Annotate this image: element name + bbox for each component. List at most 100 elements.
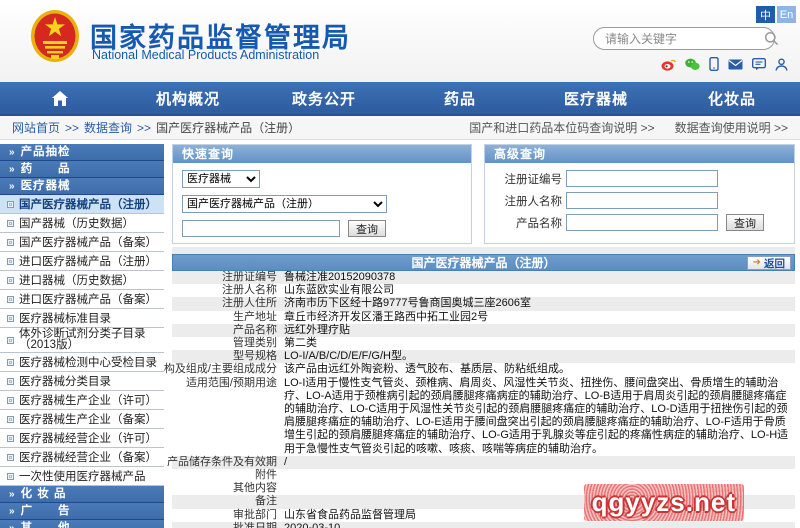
breadcrumb-help-link[interactable]: 国产和进口药品本位码查询说明 >> xyxy=(469,119,654,136)
row-label-text: 管理类别 xyxy=(233,337,277,350)
square-bullet-icon xyxy=(7,277,14,284)
nav-item-化妆品[interactable]: 化妆品 xyxy=(664,82,800,114)
sidebar-item-label: 进口医疗器械产品（注册） xyxy=(19,253,157,269)
square-bullet-icon xyxy=(7,378,14,385)
table-row: 适用范围/预期用途LO-I适用于慢性支气管炎、颈椎病、肩周炎、风湿性关节炎、扭挫… xyxy=(172,377,795,456)
advanced-field-input-1[interactable] xyxy=(566,192,718,209)
sidebar-section-化妆品[interactable]: »化 妆 品 xyxy=(0,486,164,503)
chevron-right-icon: » xyxy=(9,506,16,517)
sidebar-item[interactable]: 国产器械（历史数据） xyxy=(0,214,164,233)
detail-title: 国产医疗器械产品（注册） xyxy=(411,254,555,271)
advanced-search-query-button[interactable]: 查询 xyxy=(726,214,764,231)
breadcrumb-separator: >> xyxy=(65,121,79,135)
row-label-text: 备注 xyxy=(255,495,277,508)
breadcrumb-separator: >> xyxy=(137,121,151,135)
sidebar-section-药品[interactable]: »药 品 xyxy=(0,161,164,178)
sidebar-item-label: 医疗器械生产企业（备案） xyxy=(19,411,157,427)
sidebar-item[interactable]: 医疗器械经营企业（许可） xyxy=(0,429,164,448)
advanced-search-panel: 高级查询 注册证编号注册人名称产品名称查询 xyxy=(484,144,795,244)
row-label-text: 其他内容 xyxy=(233,482,277,495)
sidebar-section-医疗器械[interactable]: »医疗器械 xyxy=(0,178,164,195)
breadcrumb-right-links: 国产和进口药品本位码查询说明 >> 数据查询使用说明 >> xyxy=(469,119,788,136)
wechat-icon[interactable] xyxy=(685,58,700,71)
sidebar-item-label: 体外诊断试剂分类子目录（2013版） xyxy=(19,329,162,351)
sidebar-item[interactable]: 体外诊断试剂分类子目录（2013版） xyxy=(0,328,164,353)
site-search-input[interactable] xyxy=(594,32,764,46)
watermark: qgyyzs.net xyxy=(584,484,744,521)
breadcrumb-item[interactable]: 数据查询 xyxy=(84,119,132,136)
nav-item-药品[interactable]: 药品 xyxy=(392,82,528,114)
square-bullet-icon xyxy=(7,296,14,303)
table-row: 批准日期2020-03-10 xyxy=(172,522,795,528)
row-label: 产品储存条件及有效期 xyxy=(172,456,284,469)
row-label: 备注 xyxy=(172,495,284,508)
quick-search-query-button[interactable]: 查询 xyxy=(348,220,386,237)
row-value: 山东蓝欧实业有限公司 xyxy=(284,284,795,297)
sidebar-section-label: 产品抽检 xyxy=(21,146,71,158)
sidebar-item[interactable]: 医疗器械分类目录 xyxy=(0,372,164,391)
nav-item-医疗器械[interactable]: 医疗器械 xyxy=(528,82,664,114)
back-button[interactable]: ➜ 返回 xyxy=(747,256,791,270)
row-value: 2020-03-10 xyxy=(284,522,795,528)
lang-cn-button[interactable]: 中 xyxy=(756,6,775,23)
sidebar-item-label: 进口器械（历史数据） xyxy=(19,272,134,288)
sidebar-item-label: 医疗器械标准目录 xyxy=(19,310,111,326)
advanced-field-label: 产品名称 xyxy=(494,215,562,231)
advanced-search-fields: 注册证编号注册人名称产品名称查询 xyxy=(485,163,794,242)
advanced-search-row: 注册证编号 xyxy=(494,170,785,187)
row-value: 鲁械注准20152090378 xyxy=(284,271,795,284)
sidebar-item[interactable]: 医疗器械检测中心受检目录 xyxy=(0,353,164,372)
sidebar-section-产品抽检[interactable]: »产品抽检 xyxy=(0,144,164,161)
row-label: 型号规格 xyxy=(172,350,284,363)
row-value xyxy=(284,469,795,482)
site-search xyxy=(593,27,775,50)
advanced-field-input-2[interactable] xyxy=(566,214,718,231)
mail-icon[interactable] xyxy=(728,59,743,70)
lang-en-button[interactable]: En xyxy=(777,6,796,23)
row-label: 其他内容 xyxy=(172,482,284,495)
breadcrumb-bar: 网站首页 >> 数据查询 >> 国产医疗器械产品（注册） 国产和进口药品本位码查询说明 … xyxy=(0,116,800,140)
sidebar-section-其他[interactable]: »其 他 xyxy=(0,520,164,528)
breadcrumb-item: 国产医疗器械产品（注册） xyxy=(156,119,300,136)
sidebar-item[interactable]: 医疗器械经营企业（备案） xyxy=(0,448,164,467)
sidebar-item[interactable]: 医疗器械标准目录 xyxy=(0,309,164,328)
row-value: 章丘市经济开发区潘王路西中拓工业园2号 xyxy=(284,311,795,324)
nav-home[interactable] xyxy=(0,82,120,114)
sidebar-item[interactable]: 进口医疗器械产品（备案） xyxy=(0,290,164,309)
table-row: 结构及组成/主要组成成分该产品由远红外陶瓷粉、透气胶布、基质层、防粘纸组成。 xyxy=(172,363,795,376)
main-panel: 快速查询 医疗器械 国产医疗器械产品（注册） 查询 高级查询 注册证编号注册人名… xyxy=(164,140,800,528)
sidebar-item[interactable]: 进口医疗器械产品（注册） xyxy=(0,252,164,271)
message-icon[interactable] xyxy=(752,58,766,71)
mobile-icon[interactable] xyxy=(709,57,719,71)
sidebar-item-label: 医疗器械经营企业（备案） xyxy=(19,449,157,465)
sidebar-item-label: 医疗器械经营企业（许可） xyxy=(19,430,157,446)
search-icon[interactable] xyxy=(764,31,779,46)
weibo-icon[interactable] xyxy=(661,58,676,71)
sidebar-item[interactable]: 国产医疗器械产品（注册） xyxy=(0,195,164,214)
breadcrumb-help-link[interactable]: 数据查询使用说明 >> xyxy=(675,119,788,136)
quick-search-type-select[interactable]: 国产医疗器械产品（注册） xyxy=(182,195,387,213)
quick-search-keyword-input[interactable] xyxy=(182,220,340,237)
sidebar-item-label: 国产器械（历史数据） xyxy=(19,215,134,231)
row-value: 远红外理疗贴 xyxy=(284,324,795,337)
advanced-field-input-0[interactable] xyxy=(566,170,718,187)
breadcrumb-item[interactable]: 网站首页 xyxy=(12,119,60,136)
quick-search-category-select[interactable]: 医疗器械 xyxy=(182,170,260,188)
chevron-right-icon: » xyxy=(9,489,16,500)
sidebar-item[interactable]: 进口器械（历史数据） xyxy=(0,271,164,290)
quick-search-panel: 快速查询 医疗器械 国产医疗器械产品（注册） 查询 xyxy=(172,144,472,244)
nav-item-政务公开[interactable]: 政务公开 xyxy=(256,82,392,114)
nav-item-机构概况[interactable]: 机构概况 xyxy=(120,82,256,114)
row-value: 该产品由远红外陶瓷粉、透气胶布、基质层、防粘纸组成。 xyxy=(284,363,795,376)
table-row: 产品名称远红外理疗贴 xyxy=(172,324,795,337)
sidebar-section-label: 药 品 xyxy=(21,163,71,175)
user-icon[interactable] xyxy=(775,58,788,71)
sidebar-item[interactable]: 一次性使用医疗器械产品 xyxy=(0,467,164,486)
square-bullet-icon xyxy=(7,359,14,366)
sidebar-item[interactable]: 医疗器械生产企业（许可） xyxy=(0,391,164,410)
table-row: 生产地址章丘市经济开发区潘王路西中拓工业园2号 xyxy=(172,311,795,324)
sidebar-item[interactable]: 医疗器械生产企业（备案） xyxy=(0,410,164,429)
row-label-text: 产品名称 xyxy=(233,324,277,337)
sidebar-item[interactable]: 国产医疗器械产品（备案） xyxy=(0,233,164,252)
sidebar-section-广告[interactable]: »广 告 xyxy=(0,503,164,520)
